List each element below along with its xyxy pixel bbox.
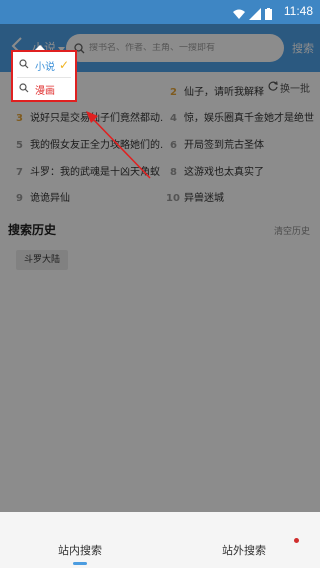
check-icon: ✓ xyxy=(58,58,69,72)
hot-item[interactable]: 2 仙子，请听我解释 xyxy=(170,83,310,98)
hot-item[interactable]: 3 说好只是交易仙子们竟然都动... xyxy=(16,109,164,124)
search-type-dropdown: 小说 ✓ 漫画 xyxy=(11,45,77,102)
hot-item[interactable]: 8 这游戏也太真实了 xyxy=(170,163,310,178)
bottom-tab-bar: 站内搜索 站外搜索 xyxy=(0,512,320,568)
hot-title: 惊，娱乐圈真千金她才是绝世... xyxy=(184,113,315,124)
hot-title: 诡诡异仙 xyxy=(30,193,70,204)
history-chip[interactable]: 斗罗大陆 xyxy=(16,250,69,270)
hot-title: 说好只是交易仙子们竟然都动... xyxy=(30,113,164,124)
clear-history-button[interactable]: 清空历史 xyxy=(274,224,310,237)
tab-offsite-search[interactable]: 站外搜索 xyxy=(222,542,266,558)
search-box[interactable] xyxy=(66,34,284,62)
hot-title: 这游戏也太真实了 xyxy=(184,167,264,178)
option-comic-label: 漫画 xyxy=(35,85,55,97)
option-novel-label: 小说 xyxy=(35,61,55,73)
notification-dot xyxy=(294,538,299,543)
hot-rank: 8 xyxy=(170,167,177,178)
hot-item[interactable]: 4 惊，娱乐圈真千金她才是绝世... xyxy=(170,109,315,124)
history-title: 搜索历史 xyxy=(8,223,57,237)
hot-title: 斗罗：我的武魂是十凶天角蚁 xyxy=(30,167,160,178)
hot-rank: 2 xyxy=(170,87,177,98)
status-bar: 11:48 xyxy=(0,0,320,24)
hot-title: 异兽迷城 xyxy=(184,193,224,204)
hot-rank: 6 xyxy=(170,140,177,151)
hot-rank: 10 xyxy=(166,193,180,204)
wifi-icon xyxy=(233,5,245,24)
hot-item[interactable]: 7 斗罗：我的武魂是十凶天角蚁 xyxy=(16,163,164,178)
hot-rank: 3 xyxy=(16,113,23,124)
dropdown-caret xyxy=(35,45,45,50)
system-icons xyxy=(233,5,272,24)
hot-item[interactable]: 9 诡诡异仙 xyxy=(16,189,156,204)
tab-onsite-search[interactable]: 站内搜索 xyxy=(58,542,102,558)
option-novel[interactable]: 小说 ✓ xyxy=(13,53,75,77)
hot-rank: 4 xyxy=(170,113,177,124)
hot-title: 我的假女友正全力攻略她们的... xyxy=(30,140,164,151)
active-tab-indicator xyxy=(73,562,87,565)
hot-title: 开局签到荒古圣体 xyxy=(184,140,264,151)
search-icon xyxy=(19,82,29,96)
hot-rank: 9 xyxy=(16,193,23,204)
hot-rank: 5 xyxy=(16,140,23,151)
hot-title: 仙子，请听我解释 xyxy=(184,87,264,98)
search-icon xyxy=(19,58,29,72)
battery-icon xyxy=(265,5,272,24)
hot-item[interactable]: 6 开局签到荒古圣体 xyxy=(170,136,310,151)
signal-icon xyxy=(249,5,261,24)
hot-rank: 7 xyxy=(16,167,23,178)
search-input[interactable] xyxy=(89,43,279,53)
hot-item[interactable]: 5 我的假女友正全力攻略她们的... xyxy=(16,136,164,151)
hot-item[interactable]: 10 异兽迷城 xyxy=(166,189,306,204)
option-comic[interactable]: 漫画 xyxy=(13,77,75,101)
search-button[interactable]: 搜索 xyxy=(292,40,314,56)
main-content: 换一批 1 2仙子，请听我解释 3说好只是交易仙子们竟然都动... 4惊，娱乐圈… xyxy=(0,72,320,512)
clock: 11:48 xyxy=(283,4,313,18)
